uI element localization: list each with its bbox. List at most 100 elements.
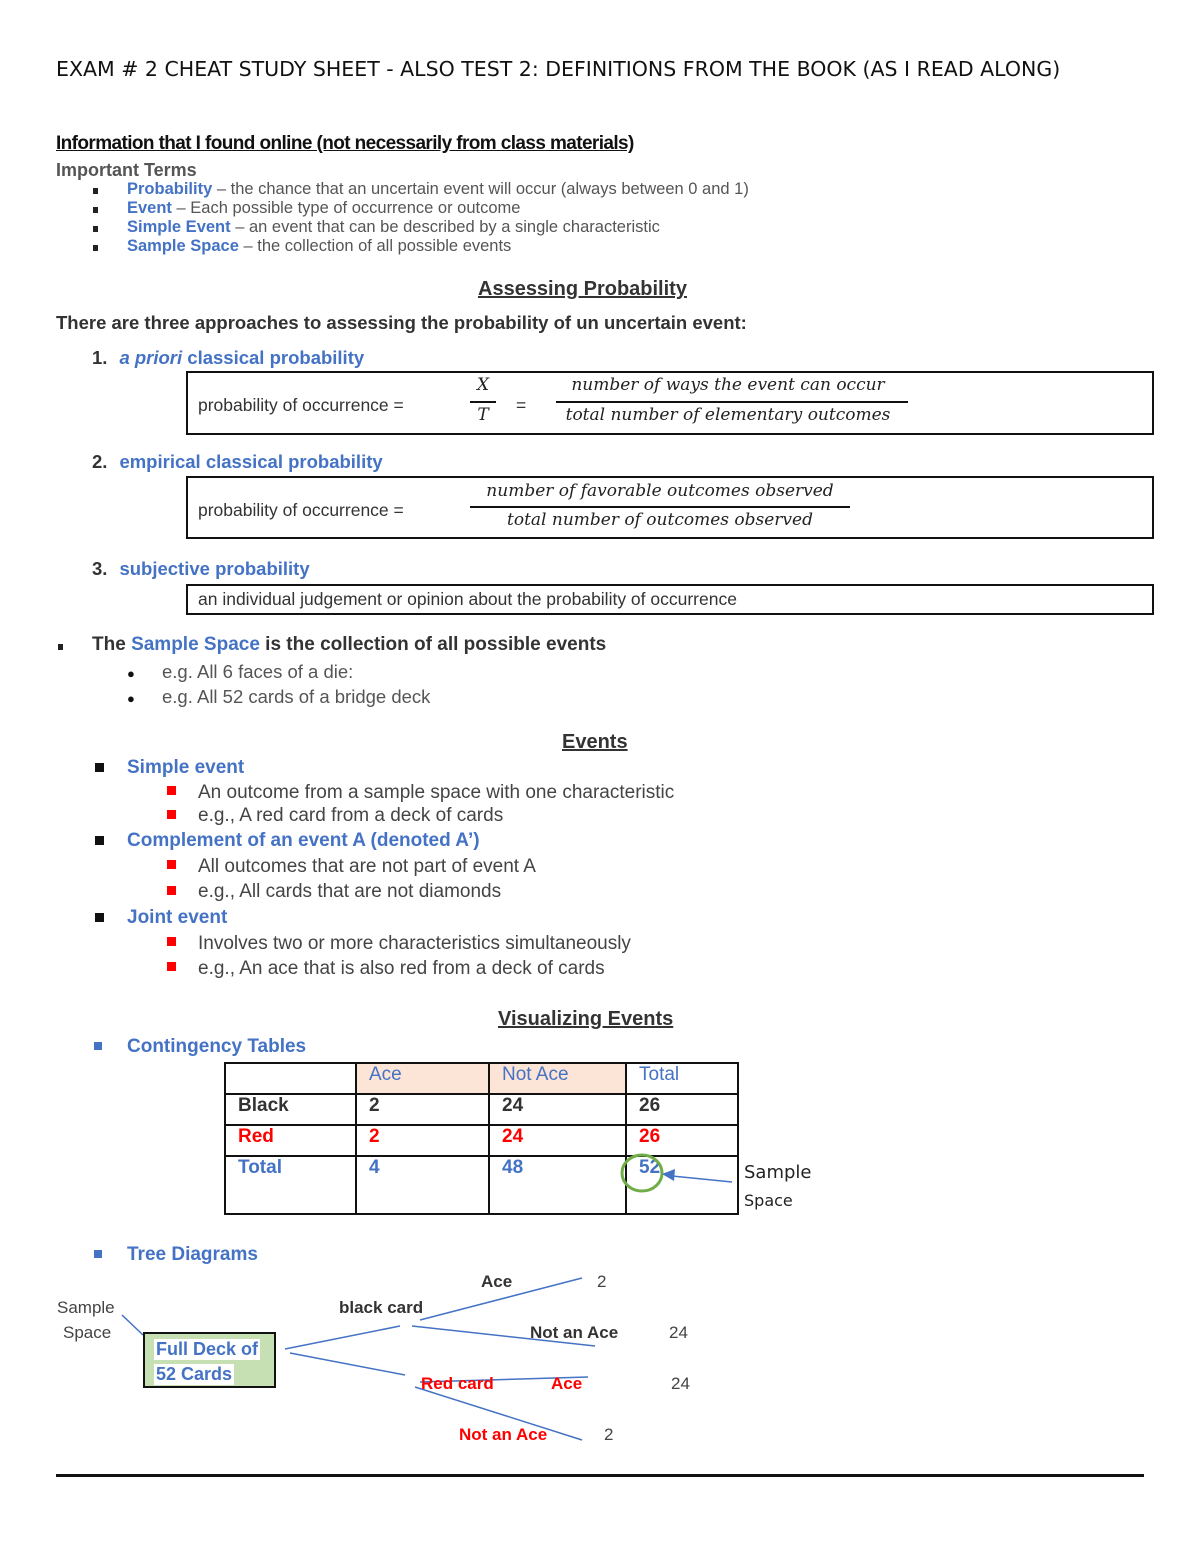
tree-red-card: Red card — [421, 1374, 494, 1393]
tree-count: 24 — [669, 1323, 688, 1342]
sample-example: e.g. All 52 cards of a bridge deck — [162, 686, 431, 707]
formula-lhs: probability of occurrence = — [198, 500, 404, 520]
tree-red-not-ace: Not an Ace — [459, 1425, 548, 1444]
event-type: Complement of an event A (denoted A’) — [127, 830, 480, 851]
tree-branch — [121, 1314, 144, 1336]
blue-bullet-icon — [94, 1042, 102, 1050]
formula-denominator: total number of outcomes observed — [507, 510, 813, 530]
red-bullet-icon — [167, 860, 176, 869]
term-item: Probability – the chance that an uncerta… — [127, 180, 749, 198]
table-header-total: Total — [625, 1062, 739, 1095]
events-heading: Events — [562, 731, 628, 753]
event-detail: e.g., All cards that are not diamonds — [198, 881, 502, 902]
sample-space-statement: The Sample Space is the collection of al… — [92, 634, 607, 655]
bullet-icon — [93, 245, 98, 251]
sample-annotation-line2: Space — [744, 1191, 793, 1210]
bullet-icon — [93, 207, 98, 213]
bullet-icon — [93, 188, 98, 194]
assessing-intro: There are three approaches to assessing … — [56, 312, 747, 333]
tree-black-not-ace: Not an Ace — [530, 1323, 619, 1342]
event-type: Simple event — [127, 757, 245, 778]
tree-branch — [284, 1325, 401, 1350]
tree-root-line2: 52 Cards — [154, 1364, 235, 1385]
bullet-icon — [58, 644, 63, 650]
bullet-icon — [95, 836, 104, 845]
table-cell: Black — [224, 1093, 357, 1126]
tree-root-box: Full Deck of 52 Cards — [143, 1332, 276, 1388]
red-bullet-icon — [167, 810, 176, 819]
sample-annotation-line1: Sample — [744, 1162, 812, 1183]
red-bullet-icon — [167, 937, 176, 946]
fraction-line — [470, 506, 850, 508]
event-type: Joint event — [127, 907, 228, 928]
arrow-head-icon — [662, 1169, 675, 1181]
bullet-icon — [93, 226, 98, 232]
table-cell: Total — [224, 1155, 357, 1215]
dot-bullet-icon: ● — [127, 691, 135, 706]
tree-root-line1: Full Deck of — [154, 1339, 261, 1360]
formula-numerator: number of favorable outcomes observed — [486, 481, 834, 501]
table-cell — [224, 1062, 357, 1095]
table-header-ace: Ace — [355, 1062, 490, 1095]
tree-sample-label: Sample — [57, 1298, 115, 1317]
dot-bullet-icon: ● — [127, 666, 135, 681]
bullet-icon — [95, 913, 104, 922]
term-item: Simple Event – an event that can be desc… — [127, 218, 660, 236]
subjective-definition: an individual judgement or opinion about… — [198, 589, 737, 609]
bullet-icon — [95, 763, 104, 772]
tree-count: 24 — [671, 1374, 690, 1393]
red-bullet-icon — [167, 786, 176, 795]
term-item: Event – Each possible type of occurrence… — [127, 199, 521, 217]
table-header-row: Ace Not Ace Total — [224, 1062, 739, 1095]
table-cell: 2 — [355, 1093, 490, 1126]
table-cell: 4 — [355, 1155, 490, 1215]
tree-count: 2 — [597, 1272, 607, 1291]
formula-box-2: probability of occurrence = number of fa… — [186, 476, 1154, 539]
online-heading: Information that I found online (not nec… — [56, 133, 634, 154]
approach-2-heading: 2. empirical classical probability — [92, 451, 383, 472]
tree-black-card: black card — [339, 1298, 424, 1317]
formula-box-1: probability of occurrence = X T = number… — [186, 371, 1154, 435]
tree-branch — [289, 1352, 406, 1376]
term-item: Sample Space – the collection of all pos… — [127, 237, 512, 255]
table-cell: 26 — [625, 1093, 739, 1126]
fraction-line — [470, 401, 496, 403]
tree-red-ace: Ace — [551, 1374, 583, 1393]
formula-t: T — [477, 405, 489, 425]
contingency-label: Contingency Tables — [127, 1036, 307, 1057]
red-bullet-icon — [167, 962, 176, 971]
tree-black-ace: Ace — [481, 1272, 513, 1291]
approach-3-heading: 3. subjective probability — [92, 558, 310, 579]
event-detail: All outcomes that are not part of event … — [198, 856, 536, 877]
equals-sign: = — [516, 395, 527, 415]
tree-sample-label: Space — [63, 1323, 112, 1342]
event-detail: e.g., An ace that is also red from a dec… — [198, 958, 605, 979]
table-cell: Red — [224, 1124, 357, 1157]
red-bullet-icon — [167, 886, 176, 895]
event-detail: An outcome from a sample space with one … — [198, 782, 675, 803]
page-title: EXAM # 2 CHEAT STUDY SHEET - ALSO TEST 2… — [56, 57, 1061, 81]
sample-space-annotation — [620, 1153, 733, 1193]
arrow-line — [671, 1175, 733, 1183]
formula-lhs: probability of occurrence = — [198, 395, 404, 415]
approach-1-heading: 1. a priori classical probability — [92, 347, 365, 368]
tree-diagram-lines — [121, 1277, 596, 1441]
event-detail: Involves two or more characteristics sim… — [198, 933, 631, 954]
assessing-heading: Assessing Probability — [478, 278, 687, 300]
table-header-not-ace: Not Ace — [488, 1062, 627, 1095]
blue-bullet-icon — [94, 1250, 102, 1258]
table-cell: 2 — [355, 1124, 490, 1157]
table-cell: 24 — [488, 1093, 627, 1126]
formula-x: X — [476, 375, 490, 395]
subjective-box: an individual judgement or opinion about… — [186, 584, 1154, 615]
fraction-line — [556, 401, 908, 403]
visualizing-heading: Visualizing Events — [498, 1008, 674, 1030]
sample-example: e.g. All 6 faces of a die: — [162, 661, 354, 682]
event-detail: e.g., A red card from a deck of cards — [198, 805, 504, 826]
important-terms-heading: Important Terms — [56, 160, 197, 180]
bottom-divider — [56, 1474, 1144, 1477]
table-row: Black 2 24 26 — [224, 1093, 739, 1126]
formula-denominator: total number of elementary outcomes — [565, 405, 891, 425]
tree-count: 2 — [604, 1425, 614, 1444]
highlight-circle — [620, 1153, 664, 1193]
